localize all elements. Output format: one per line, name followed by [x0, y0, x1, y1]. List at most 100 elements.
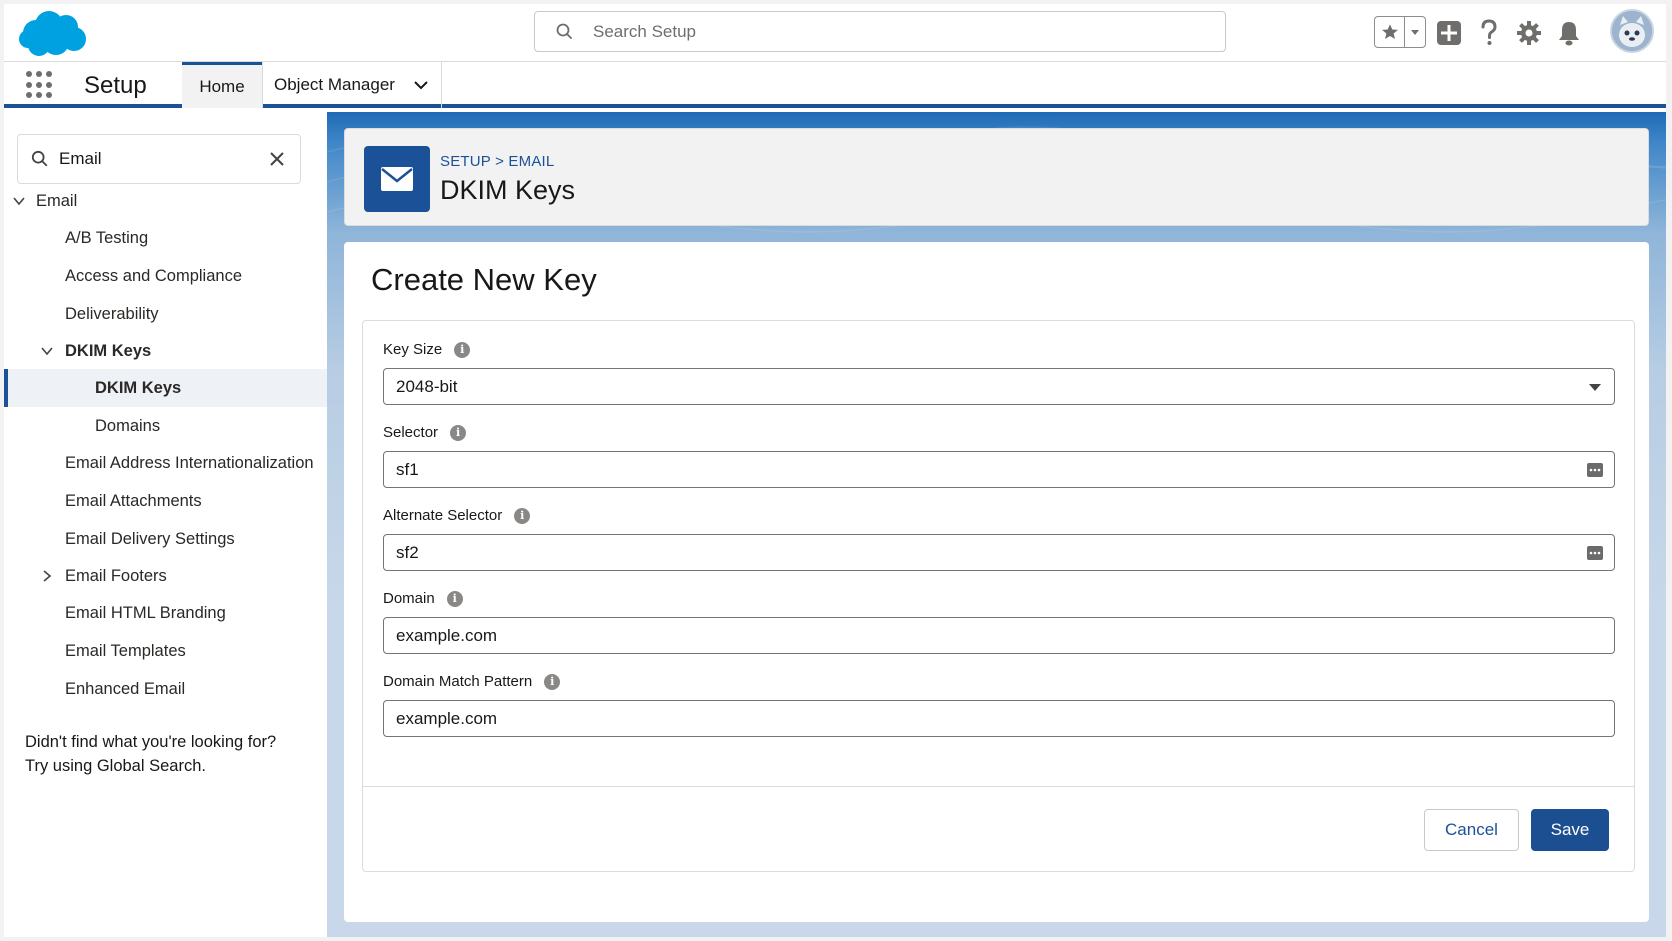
info-icon[interactable]: i: [544, 673, 561, 690]
chevron-down-icon[interactable]: [40, 344, 54, 358]
tab-divider: [262, 62, 263, 108]
setup-search-input[interactable]: [593, 21, 1193, 42]
form-divider: [363, 786, 1634, 787]
info-icon[interactable]: i: [514, 507, 531, 524]
sidebar-item-label: Email Address Internationalization: [65, 453, 314, 472]
selector-input[interactable]: [383, 451, 1615, 488]
setup-sidebar: Email A/B Testing Access and Compliance …: [4, 112, 327, 937]
tab-home[interactable]: Home: [182, 62, 262, 108]
sidebar-item-label: Enhanced Email: [65, 679, 186, 698]
global-header: [4, 4, 1666, 62]
sidebar-item-access-and-compliance[interactable]: Access and Compliance: [4, 257, 327, 295]
sidebar-item-email-footers[interactable]: Email Footers: [4, 557, 327, 595]
info-icon[interactable]: i: [454, 341, 471, 358]
chevron-down-icon[interactable]: [12, 194, 26, 208]
sidebar-item-email-html-branding[interactable]: Email HTML Branding: [4, 594, 327, 632]
quick-find-box[interactable]: [17, 134, 301, 184]
sidebar-item-label: Email Footers: [65, 566, 167, 585]
sidebar-item-dkim-keys[interactable]: DKIM Keys: [4, 369, 327, 407]
sidebar-item-label: Deliverability: [65, 304, 159, 323]
alternate-selector-input-field[interactable]: [396, 542, 1546, 563]
cancel-button[interactable]: Cancel: [1424, 809, 1519, 851]
sidebar-item-label: A/B Testing: [65, 228, 149, 247]
password-manager-icon[interactable]: [1586, 461, 1604, 479]
sidebar-item-label: DKIM Keys: [65, 341, 152, 360]
domain-input-field[interactable]: [396, 625, 1546, 646]
password-manager-icon[interactable]: [1586, 544, 1604, 562]
form-title: Create New Key: [371, 262, 597, 297]
user-avatar[interactable]: [1610, 9, 1654, 53]
sidebar-help-line: Try using Global Search.: [25, 757, 206, 775]
page-header: SETUP > EMAIL DKIM Keys: [344, 128, 1649, 226]
field-label-text: Domain: [383, 590, 435, 607]
field-label-text: Key Size: [383, 341, 443, 358]
dropdown-caret-icon[interactable]: [1586, 378, 1604, 396]
key-size-label: Key Size i: [383, 341, 471, 358]
sidebar-item-email-attachments[interactable]: Email Attachments: [4, 482, 327, 520]
info-icon[interactable]: i: [446, 590, 463, 607]
favorites-button-group[interactable]: [1374, 16, 1426, 48]
sidebar-item-ab-testing[interactable]: A/B Testing: [4, 219, 327, 257]
sidebar-item-label: DKIM Keys: [95, 378, 182, 397]
page-title: DKIM Keys: [440, 175, 576, 205]
sidebar-help-text: Didn't find what you're looking for? Try…: [25, 730, 276, 778]
sidebar-item-email-templates[interactable]: Email Templates: [4, 632, 327, 670]
app-launcher-waffle-icon[interactable]: [26, 71, 54, 99]
sidebar-item-dkim-keys-group[interactable]: DKIM Keys: [4, 332, 327, 370]
alternate-selector-input[interactable]: [383, 534, 1615, 571]
domain-match-pattern-input-field[interactable]: [396, 708, 1546, 729]
domain-input[interactable]: [383, 617, 1615, 654]
search-icon: [556, 23, 572, 39]
save-button[interactable]: Save: [1531, 809, 1609, 851]
domain-match-pattern-input[interactable]: [383, 700, 1615, 737]
key-size-value: 2048-bit: [396, 376, 458, 396]
sidebar-item-deliverability[interactable]: Deliverability: [4, 295, 327, 333]
app-nav-bar: Setup Home Object Manager: [4, 62, 1666, 108]
notification-bell-icon[interactable]: [1554, 18, 1584, 48]
sidebar-item-domains[interactable]: Domains: [4, 407, 327, 445]
domain-match-pattern-label: Domain Match Pattern i: [383, 673, 561, 690]
breadcrumb[interactable]: SETUP > EMAIL: [440, 153, 554, 170]
sidebar-item-label: Domains: [95, 416, 161, 435]
salesforce-cloud-logo[interactable]: [16, 9, 88, 59]
sidebar-item-label: Email Attachments: [65, 491, 202, 510]
chevron-down-icon[interactable]: [413, 77, 429, 93]
email-envelope-icon: [364, 146, 430, 212]
sidebar-item-email-delivery-settings[interactable]: Email Delivery Settings: [4, 520, 327, 558]
sidebar-item-label: Email HTML Branding: [65, 603, 226, 622]
app-window: Setup Home Object Manager Email A/B Test…: [4, 4, 1666, 937]
search-icon: [31, 150, 48, 167]
tab-divider: [441, 62, 442, 108]
sidebar-item-enhanced-email[interactable]: Enhanced Email: [4, 670, 327, 708]
field-label-text: Domain Match Pattern: [383, 673, 533, 690]
key-size-select[interactable]: 2048-bit: [383, 368, 1615, 405]
clear-search-icon[interactable]: [268, 150, 286, 168]
field-label-text: Selector: [383, 424, 439, 441]
sidebar-item-label: Email Delivery Settings: [65, 529, 235, 548]
sidebar-item-email-address-internationalization[interactable]: Email Address Internationalization: [4, 444, 327, 482]
info-icon[interactable]: i: [450, 424, 467, 441]
tab-object-manager-label: Object Manager: [274, 75, 395, 94]
tab-object-manager[interactable]: Object Manager: [274, 62, 429, 108]
main-content: SETUP > EMAIL DKIM Keys Create New Key K…: [327, 112, 1666, 937]
setup-gear-icon[interactable]: [1514, 18, 1544, 48]
selector-label: Selector i: [383, 424, 467, 441]
app-name: Setup: [84, 72, 147, 99]
domain-label: Domain i: [383, 590, 463, 607]
quick-find-input[interactable]: [59, 149, 259, 169]
chevron-right-icon[interactable]: [40, 569, 54, 583]
sidebar-item-label: Email: [36, 191, 78, 210]
selector-input-field[interactable]: [396, 459, 1546, 480]
create-key-form: Key Size i 2048-bit Selector i sf1 Alter…: [362, 320, 1635, 872]
global-add-icon[interactable]: [1434, 18, 1464, 48]
sidebar-item-label: Access and Compliance: [65, 266, 243, 285]
setup-search-box[interactable]: [534, 11, 1226, 52]
help-icon[interactable]: [1474, 18, 1504, 48]
create-key-card: Create New Key Key Size i 2048-bit Selec…: [344, 242, 1649, 922]
field-label-text: Alternate Selector: [383, 507, 503, 524]
alternate-selector-label: Alternate Selector i: [383, 507, 531, 524]
favorites-star-icon[interactable]: [1375, 17, 1405, 47]
sidebar-item-email[interactable]: Email: [4, 182, 327, 220]
favorites-menu-chevron-down-icon[interactable]: [1405, 17, 1425, 47]
sidebar-item-label: Email Templates: [65, 641, 186, 660]
